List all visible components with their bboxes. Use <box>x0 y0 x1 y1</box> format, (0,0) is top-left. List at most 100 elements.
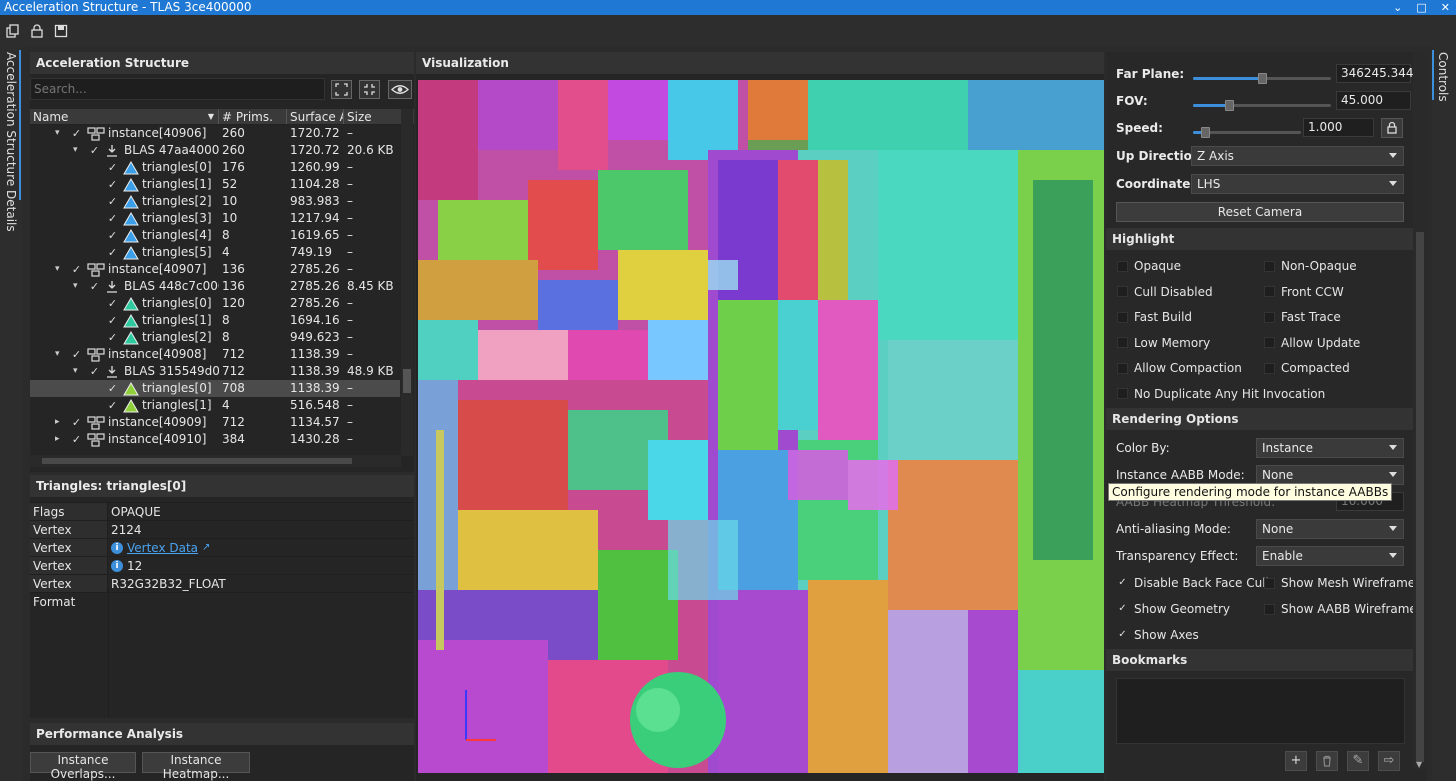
slider-handle[interactable] <box>1258 73 1267 84</box>
minimize-button[interactable]: ⌄ <box>1393 0 1402 15</box>
tree-node[interactable]: ✓ triangles[0] <box>30 159 219 176</box>
checkmark-icon[interactable]: ✓ <box>1117 603 1128 615</box>
go-to-bookmark-button[interactable]: ⇨ <box>1378 751 1400 771</box>
add-bookmark-button[interactable]: + <box>1285 751 1307 771</box>
search-box[interactable] <box>30 78 325 100</box>
visibility-checkbox[interactable]: ✓ <box>107 196 118 207</box>
tree-row[interactable]: ✓ triangles[0] 120 2785.26– <box>30 295 400 312</box>
speed-lock-button[interactable] <box>1381 118 1403 138</box>
far-plane-slider[interactable] <box>1193 73 1331 84</box>
option-checkbox[interactable]: ✓ Show Geometry <box>1117 601 1230 617</box>
tree-row[interactable]: ✓ triangles[3] 10 1217.94– <box>30 210 400 227</box>
option-checkbox[interactable]: Opaque <box>1117 258 1181 274</box>
checkbox-box[interactable] <box>1264 362 1275 374</box>
tree-row[interactable]: ▾ ✓ instance[40908] 712 1138.39– <box>30 346 400 363</box>
option-checkbox[interactable]: Show Mesh Wireframes <box>1264 575 1421 591</box>
visibility-checkbox[interactable]: ✓ <box>107 162 118 173</box>
tree-node[interactable]: ▾ ✓ BLAS 47aa40000 <box>30 142 219 159</box>
tree-row[interactable]: ▾ ✓ BLAS 47aa40000 260 1720.72 20.6 KB <box>30 142 400 159</box>
expand-arrow-icon[interactable]: ▸ <box>55 431 60 448</box>
checkbox-box[interactable] <box>1264 577 1275 589</box>
visibility-checkbox[interactable]: ✓ <box>89 145 100 156</box>
tree-row[interactable]: ▸ ✓ instance[40909] 712 1134.57– <box>30 414 400 431</box>
tree-row[interactable]: ✓ triangles[0] 176 1260.99– <box>30 159 400 176</box>
checkmark-icon[interactable]: ✓ <box>1117 629 1128 641</box>
checkbox-box[interactable] <box>1117 362 1128 374</box>
delete-bookmark-button[interactable] <box>1316 751 1338 771</box>
collapse-arrow-icon[interactable]: ▾ <box>73 278 78 295</box>
option-checkbox[interactable]: Allow Update <box>1264 335 1360 351</box>
external-link-icon[interactable]: ↗ <box>202 539 210 557</box>
checkbox-box[interactable] <box>1264 603 1275 615</box>
col-surface-area[interactable]: Surface Ar <box>287 109 344 124</box>
tree-row[interactable]: ✓ triangles[4] 8 1619.65– <box>30 227 400 244</box>
tree-row[interactable]: ▾ ✓ instance[40906] 260 1720.72– <box>30 125 400 142</box>
visualization-viewport[interactable] <box>418 80 1104 773</box>
tree-node[interactable]: ✓ triangles[2] <box>30 193 219 210</box>
visibility-checkbox[interactable]: ✓ <box>107 247 118 258</box>
tree-node[interactable]: ✓ triangles[4] <box>30 227 219 244</box>
tree-row[interactable]: ▸ ✓ instance[40910] 384 1430.28– <box>30 431 400 448</box>
slider-handle[interactable] <box>1201 127 1210 138</box>
slider-handle[interactable] <box>1225 100 1234 111</box>
visibility-checkbox[interactable]: ✓ <box>107 230 118 241</box>
visibility-checkbox[interactable]: ✓ <box>107 400 118 411</box>
checkbox-box[interactable] <box>1117 337 1128 348</box>
checkmark-icon[interactable]: ✓ <box>1117 577 1128 589</box>
search-input[interactable] <box>31 79 321 99</box>
scroll-down-icon[interactable]: ▼ <box>1416 760 1422 769</box>
tree-row[interactable]: ✓ triangles[5] 4 749.19 – <box>30 244 400 261</box>
option-checkbox[interactable]: Allow Compaction <box>1117 360 1242 376</box>
speed-slider[interactable] <box>1193 127 1301 138</box>
highlight-section-header[interactable]: Highlight <box>1106 228 1413 250</box>
visibility-checkbox[interactable]: ✓ <box>107 179 118 190</box>
tree-row[interactable]: ▾ ✓ BLAS 448c7c000 136 2785.26 8.45 KB <box>30 278 400 295</box>
collapse-arrow-icon[interactable]: ▾ <box>73 142 78 159</box>
tree-row[interactable]: ▾ ✓ instance[40907] 136 2785.26– <box>30 261 400 278</box>
tree-node[interactable]: ▾ ✓ instance[40906] <box>30 125 219 142</box>
save-icon[interactable] <box>54 24 68 38</box>
copy-icon[interactable] <box>6 23 20 38</box>
rendering-options-header[interactable]: Rendering Options <box>1106 408 1413 430</box>
transparency-effect-select[interactable]: Enable <box>1256 546 1404 566</box>
tree-hscroll-thumb[interactable] <box>42 458 352 464</box>
controls-scroll-thumb[interactable] <box>1416 232 1424 762</box>
tree-node[interactable]: ▾ ✓ instance[40908] <box>30 346 219 363</box>
visibility-checkbox[interactable]: ✓ <box>89 366 100 377</box>
tab-controls[interactable]: Controls <box>1436 52 1450 102</box>
tree-node[interactable]: ✓ triangles[3] <box>30 210 219 227</box>
info-icon[interactable]: i <box>111 541 123 554</box>
edit-bookmark-button[interactable]: ✎ <box>1347 751 1369 771</box>
visibility-checkbox[interactable]: ✓ <box>71 349 82 360</box>
anti-aliasing-mode-select[interactable]: None <box>1256 519 1404 539</box>
col-name[interactable]: Name ▼ <box>30 109 219 124</box>
option-checkbox[interactable]: No Duplicate Any Hit Invocation <box>1117 386 1325 402</box>
tree-node[interactable]: ✓ triangles[1] <box>30 397 219 414</box>
checkbox-box[interactable] <box>1264 311 1275 323</box>
checkbox-box[interactable] <box>1117 260 1128 272</box>
tree-row[interactable]: ✓ triangles[1] 8 1694.16– <box>30 312 400 329</box>
tree-row[interactable]: ✓ triangles[1] 52 1104.28– <box>30 176 400 193</box>
checkbox-box[interactable] <box>1117 388 1128 399</box>
visibility-checkbox[interactable]: ✓ <box>107 213 118 224</box>
visibility-checkbox[interactable]: ✓ <box>107 383 118 394</box>
collapse-arrow-icon[interactable]: ▾ <box>55 125 60 142</box>
tree-row[interactable]: ✓ triangles[2] 10 983.983– <box>30 193 400 210</box>
maximize-button[interactable]: □ <box>1416 0 1426 15</box>
visibility-toggle-button[interactable] <box>388 80 412 99</box>
collapse-all-button[interactable] <box>359 80 380 99</box>
checkbox-box[interactable] <box>1264 337 1275 348</box>
tree-node[interactable]: ✓ triangles[2] <box>30 329 219 346</box>
tree-node[interactable]: ▸ ✓ instance[40910] <box>30 431 219 448</box>
instance-heatmap-button[interactable]: Instance Heatmap... <box>142 752 250 781</box>
bookmarks-header[interactable]: Bookmarks <box>1106 649 1413 671</box>
expand-arrow-icon[interactable]: ▸ <box>55 414 60 431</box>
tree-node[interactable]: ▸ ✓ instance[40909] <box>30 414 219 431</box>
instance-aabb-mode-select[interactable]: None <box>1256 465 1404 485</box>
tree-node[interactable]: ✓ triangles[1] <box>30 312 219 329</box>
option-checkbox[interactable]: Compacted <box>1264 360 1350 376</box>
fov-slider[interactable] <box>1193 100 1331 111</box>
tree-row[interactable]: ✓ triangles[1] 4 516.548– <box>30 397 400 414</box>
visibility-checkbox[interactable]: ✓ <box>71 264 82 275</box>
option-checkbox[interactable]: Fast Trace <box>1264 309 1341 325</box>
